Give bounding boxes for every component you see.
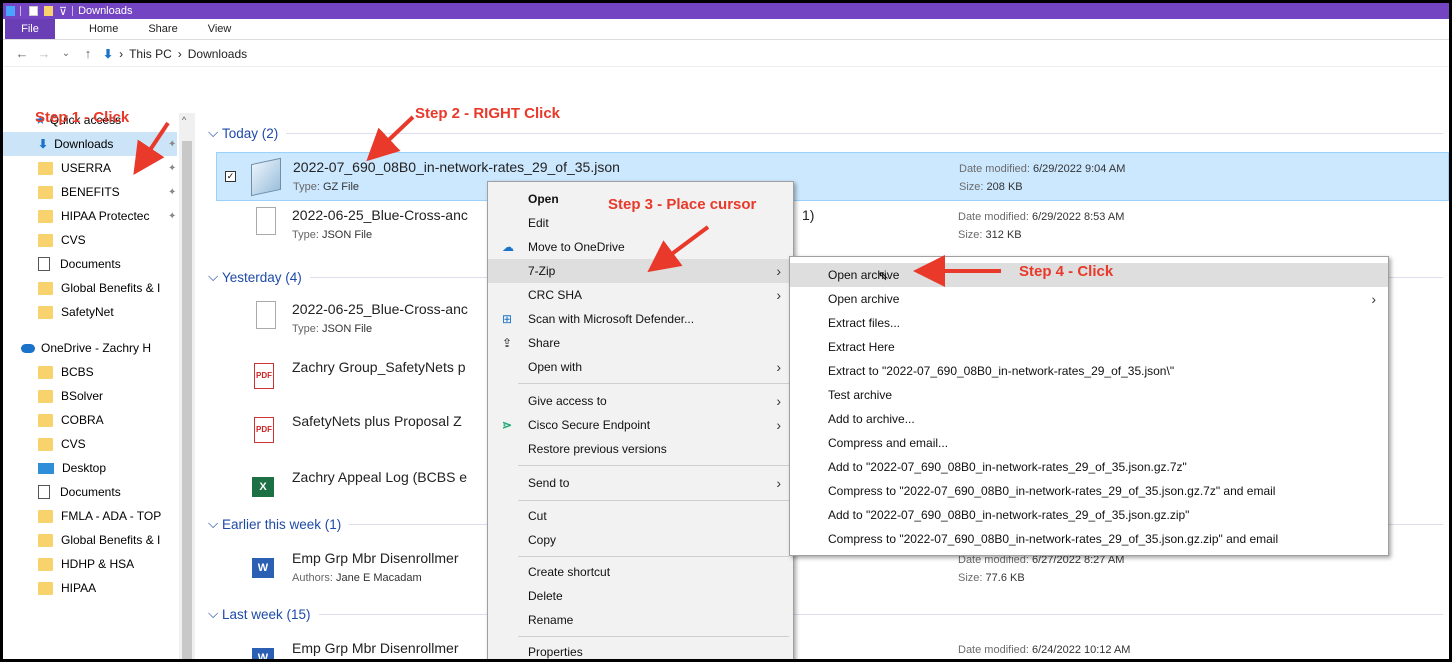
annotation-arrows bbox=[133, 115, 1001, 287]
arrow-step-1 bbox=[133, 121, 170, 175]
arrow-step-2 bbox=[366, 115, 415, 162]
explorer-window: ⊽ Downloads File Home Share View ← → ⌄ ↑… bbox=[3, 3, 1449, 659]
arrow-step-3 bbox=[647, 225, 710, 273]
